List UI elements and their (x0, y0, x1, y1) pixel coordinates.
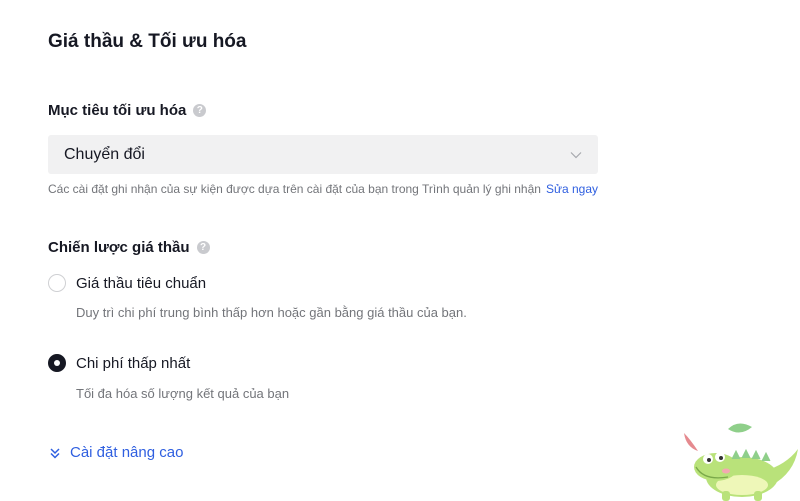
advanced-settings-toggle[interactable]: Cài đặt nâng cao (48, 444, 183, 461)
bid-strategy-label: Chiến lược giá thầu ? (48, 239, 210, 256)
optimization-goal-label: Mục tiêu tối ưu hóa ? (48, 102, 207, 119)
radio-label: Chi phí thấp nhất (76, 354, 191, 372)
optimization-goal-label-text: Mục tiêu tối ưu hóa (48, 102, 187, 119)
bid-strategy-label-text: Chiến lược giá thầu (48, 239, 190, 256)
double-chevron-down-icon (50, 447, 60, 459)
help-icon[interactable]: ? (196, 241, 210, 254)
edit-now-link[interactable]: Sửa ngay (546, 182, 598, 196)
radio-button-unselected[interactable] (48, 274, 66, 292)
crocodile-mascot-icon (684, 423, 798, 501)
radio-lowest-cost[interactable]: Chi phí thấp nhất (48, 354, 190, 372)
radio-button-selected[interactable] (48, 354, 66, 372)
optimization-goal-hint: Các cài đặt ghi nhận của sự kiện được dự… (48, 182, 598, 196)
radio-description: Duy trì chi phí trung bình thấp hơn hoặc… (76, 305, 467, 320)
radio-standard-bid[interactable]: Giá thầu tiêu chuẩn (48, 274, 206, 292)
advanced-settings-label: Cài đặt nâng cao (70, 444, 184, 461)
chevron-down-icon (570, 151, 582, 158)
hint-text: Các cài đặt ghi nhận của sự kiện được dự… (48, 182, 541, 196)
optimization-goal-select[interactable]: Chuyển đổi (48, 135, 598, 174)
optimization-goal-value: Chuyển đổi (64, 145, 145, 163)
radio-label: Giá thầu tiêu chuẩn (76, 274, 207, 292)
help-icon[interactable]: ? (193, 104, 207, 117)
radio-description: Tối đa hóa số lượng kết quả của bạn (76, 386, 290, 401)
section-title: Giá thầu & Tối ưu hóa (48, 31, 247, 52)
